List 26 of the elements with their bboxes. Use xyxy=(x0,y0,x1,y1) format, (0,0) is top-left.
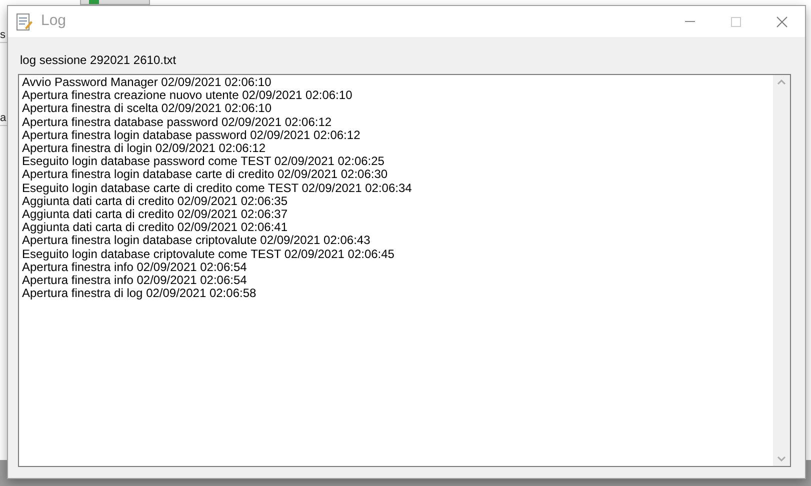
log-line: Apertura finestra di login 02/09/2021 02:06:12 xyxy=(22,142,267,156)
scroll-down-icon[interactable] xyxy=(777,456,786,462)
log-line: Eseguito login database carte di credito come TEST 02/09/2021 02:06:34 xyxy=(22,182,413,195)
scrollbar[interactable] xyxy=(773,75,790,466)
window-title: Log xyxy=(41,11,66,32)
log-line: Aggiunta dati carta di credito 02/09/2021 02:06:35 xyxy=(22,194,289,208)
log-line: Eseguito login database criptovalute come TEST 02/09/2021 02:06:45 xyxy=(22,248,396,261)
log-line: Eseguito login database password come TEST 02/09/2021 02:06:25 xyxy=(22,155,386,168)
log-line: Apertura finestra login database password 02/09/2021 02:06:12 xyxy=(22,128,362,142)
log-line: Apertura finestra login database carte di credito 02/09/2021 02:06:30 xyxy=(22,168,389,182)
close-icon xyxy=(776,16,788,28)
log-line: Apertura finestra database password 02/09/2021 02:06:12 xyxy=(22,116,333,129)
log-line: Avvio Password Manager 02/09/2021 02:06:10 xyxy=(22,76,272,90)
add-button[interactable] xyxy=(80,0,150,5)
log-line: Apertura finestra creazione nuovo utente 02/09/2021 02:06:10 xyxy=(22,89,354,102)
scroll-up-icon[interactable] xyxy=(777,79,786,85)
notepad-icon xyxy=(15,12,33,30)
log-line: Apertura finestra info 02/09/2021 02:06:54 xyxy=(22,260,248,274)
log-line: Apertura finestra di scelta 02/09/2021 02:06:10 xyxy=(22,102,273,116)
log-line: Aggiunta dati carta di credito 02/09/2021 02:06:41 xyxy=(22,221,289,234)
log-line: Apertura finestra di log 02/09/2021 02:06:58 xyxy=(22,287,258,300)
log-line: Apertura finestra login database criptovalute 02/09/2021 02:06:43 xyxy=(22,234,372,248)
plus-icon xyxy=(89,0,99,4)
file-name-label: log sessione 292021 2610.txt xyxy=(20,53,176,67)
log-line: Apertura finestra info 02/09/2021 02:06:54 xyxy=(22,274,248,288)
log-line: Aggiunta dati carta di credito 02/09/2021 02:06:37 xyxy=(22,208,289,222)
